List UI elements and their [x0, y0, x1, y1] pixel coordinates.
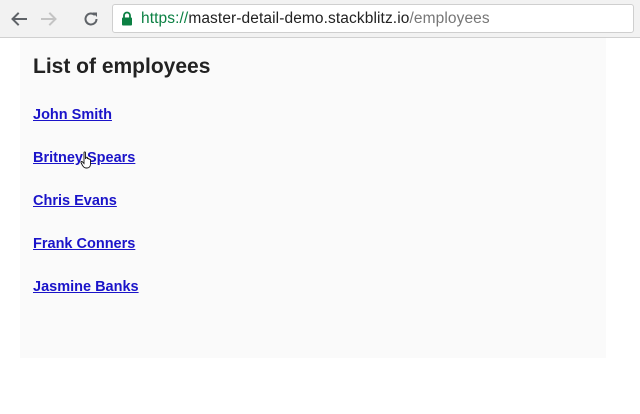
back-button[interactable] — [6, 6, 32, 32]
url-text: https://master-detail-demo.stackblitz.io… — [141, 10, 490, 28]
browser-toolbar: https://master-detail-demo.stackblitz.io… — [0, 0, 640, 38]
list-item: Chris Evans — [33, 192, 139, 235]
arrow-right-icon — [40, 10, 58, 28]
employee-link-chris-evans[interactable]: Chris Evans — [33, 193, 117, 209]
employee-link-frank-conners[interactable]: Frank Conners — [33, 236, 135, 252]
lock-icon — [121, 11, 135, 27]
page-title: List of employees — [33, 55, 211, 78]
address-bar[interactable]: https://master-detail-demo.stackblitz.io… — [112, 4, 634, 33]
url-scheme: https:// — [141, 9, 189, 27]
url-path: /employees — [409, 9, 490, 27]
forward-button[interactable] — [36, 6, 62, 32]
employee-list: John Smith Britney Spears Chris Evans Fr… — [33, 106, 139, 321]
list-item: Jasmine Banks — [33, 278, 139, 321]
list-item: Frank Conners — [33, 235, 139, 278]
hand-cursor-icon — [80, 151, 94, 169]
list-item: John Smith — [33, 106, 139, 149]
reload-icon — [82, 10, 100, 28]
employee-link-john-smith[interactable]: John Smith — [33, 107, 112, 123]
reload-button[interactable] — [78, 6, 104, 32]
arrow-left-icon — [10, 10, 28, 28]
url-host: master-detail-demo.stackblitz.io — [188, 9, 410, 27]
employee-link-jasmine-banks[interactable]: Jasmine Banks — [33, 279, 139, 295]
